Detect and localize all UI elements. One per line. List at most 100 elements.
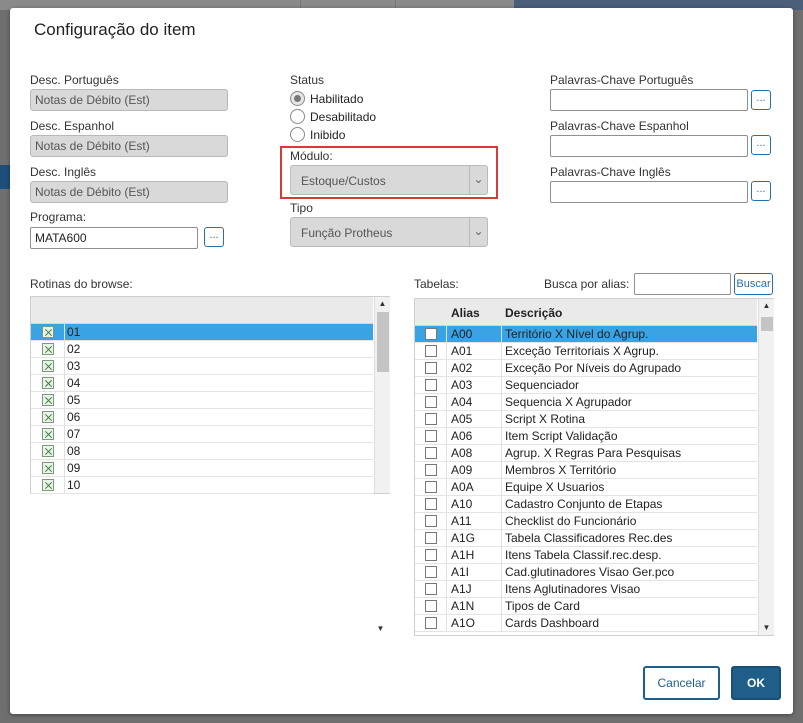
table-row[interactable]: A05 Script X Rotina [415,411,757,428]
checkbox-icon[interactable] [425,532,437,544]
table-row[interactable]: A06 Item Script Validação [415,428,757,445]
browse-checkbox-cell[interactable] [31,375,65,392]
checkbox-icon[interactable] [425,447,437,459]
browse-row[interactable]: 10 [31,477,373,494]
table-checkbox-cell[interactable] [415,360,447,377]
radio-icon[interactable] [290,109,305,124]
table-checkbox-cell[interactable] [415,564,447,581]
browse-row[interactable]: 07 [31,426,373,443]
table-row[interactable]: A1G Tabela Classificadores Rec.des [415,530,757,547]
table-row[interactable]: A01 Exceção Territoriais X Agrup. [415,343,757,360]
radio-checked-icon[interactable] [290,91,305,106]
table-row[interactable]: A1I Cad.glutinadores Visao Ger.pco [415,564,757,581]
keywords-en-field[interactable] [550,181,748,203]
table-row[interactable]: A0A Equipe X Usuarios [415,479,757,496]
keywords-pt-lookup-button[interactable]: ... [751,90,771,110]
scroll-up-icon[interactable]: ▲ [375,297,390,311]
checkbox-icon[interactable] [425,328,437,340]
table-checkbox-cell[interactable] [415,445,447,462]
checkbox-icon[interactable] [425,362,437,374]
scroll-down-icon[interactable]: ▼ [373,622,388,636]
table-checkbox-cell[interactable] [415,530,447,547]
checkbox-icon[interactable] [425,345,437,357]
browse-checkbox-cell[interactable] [31,426,65,443]
table-checkbox-cell[interactable] [415,377,447,394]
table-checkbox-cell[interactable] [415,581,447,598]
checkbox-icon[interactable] [425,379,437,391]
scroll-thumb[interactable] [761,317,773,331]
browse-row[interactable]: 04 [31,375,373,392]
status-option-inibido[interactable]: Inibido [290,127,345,142]
keywords-es-lookup-button[interactable]: ... [751,135,771,155]
table-checkbox-cell[interactable] [415,326,447,343]
table-row[interactable]: A03 Sequenciador [415,377,757,394]
status-option-habilitado[interactable]: Habilitado [290,91,363,106]
table-checkbox-cell[interactable] [415,496,447,513]
search-button[interactable]: Buscar [734,273,773,295]
table-row[interactable]: A04 Sequencia X Agrupador [415,394,757,411]
table-row[interactable]: A1H Itens Tabela Classif.rec.desp. [415,547,757,564]
browse-row[interactable]: 03 [31,358,373,375]
scroll-down-icon[interactable]: ▼ [759,621,774,635]
browse-checkbox-cell[interactable] [31,409,65,426]
browse-checkbox-cell[interactable] [31,460,65,477]
cancel-button[interactable]: Cancelar [643,666,720,700]
checkbox-checked-icon[interactable] [42,326,54,338]
ok-button[interactable]: OK [731,666,781,700]
programa-field[interactable]: MATA600 [30,227,198,249]
browse-checkbox-cell[interactable] [31,477,65,494]
tables-scrollbar[interactable]: ▲ ▼ [758,299,774,635]
browse-row[interactable]: 05 [31,392,373,409]
table-row[interactable]: A1N Tipos de Card [415,598,757,615]
table-checkbox-cell[interactable] [415,513,447,530]
browse-row[interactable]: 06 [31,409,373,426]
col-desc-header[interactable]: Descrição [505,306,562,320]
browse-row[interactable]: 01 [31,324,373,341]
table-row[interactable]: A09 Membros X Território [415,462,757,479]
scroll-up-icon[interactable]: ▲ [759,299,774,313]
browse-scrollbar[interactable]: ▲ [374,297,390,493]
table-checkbox-cell[interactable] [415,479,447,496]
browse-row[interactable]: 08 [31,443,373,460]
browse-row[interactable]: 02 [31,341,373,358]
checkbox-icon[interactable] [425,549,437,561]
browse-checkbox-cell[interactable] [31,341,65,358]
keywords-en-lookup-button[interactable]: ... [751,181,771,201]
table-checkbox-cell[interactable] [415,343,447,360]
chevron-down-icon[interactable]: ⌄ [469,166,487,194]
checkbox-checked-icon[interactable] [42,343,54,355]
table-row[interactable]: A00 Território X Nível do Agrup. [415,326,757,343]
table-checkbox-cell[interactable] [415,547,447,564]
keywords-es-field[interactable] [550,135,748,157]
browse-checkbox-cell[interactable] [31,358,65,375]
table-checkbox-cell[interactable] [415,394,447,411]
browse-scroll-down[interactable]: ▼ [373,614,389,636]
checkbox-icon[interactable] [425,600,437,612]
radio-icon[interactable] [290,127,305,142]
checkbox-icon[interactable] [425,566,437,578]
checkbox-icon[interactable] [425,583,437,595]
checkbox-icon[interactable] [425,515,437,527]
browse-checkbox-cell[interactable] [31,443,65,460]
table-row[interactable]: A10 Cadastro Conjunto de Etapas [415,496,757,513]
checkbox-checked-icon[interactable] [42,428,54,440]
keywords-pt-field[interactable] [550,89,748,111]
checkbox-icon[interactable] [425,413,437,425]
search-alias-input[interactable] [634,273,731,295]
checkbox-icon[interactable] [425,396,437,408]
browse-checkbox-cell[interactable] [31,392,65,409]
checkbox-icon[interactable] [425,617,437,629]
checkbox-checked-icon[interactable] [42,394,54,406]
table-row[interactable]: A1O Cards Dashboard [415,615,757,632]
checkbox-icon[interactable] [425,481,437,493]
checkbox-icon[interactable] [425,498,437,510]
table-row[interactable]: A08 Agrup. X Regras Para Pesquisas [415,445,757,462]
table-checkbox-cell[interactable] [415,428,447,445]
status-option-desabilitado[interactable]: Desabilitado [290,109,376,124]
table-checkbox-cell[interactable] [415,598,447,615]
table-checkbox-cell[interactable] [415,615,447,632]
browse-row[interactable]: 09 [31,460,373,477]
table-checkbox-cell[interactable] [415,411,447,428]
chevron-down-icon[interactable]: ⌄ [469,218,487,246]
table-checkbox-cell[interactable] [415,462,447,479]
